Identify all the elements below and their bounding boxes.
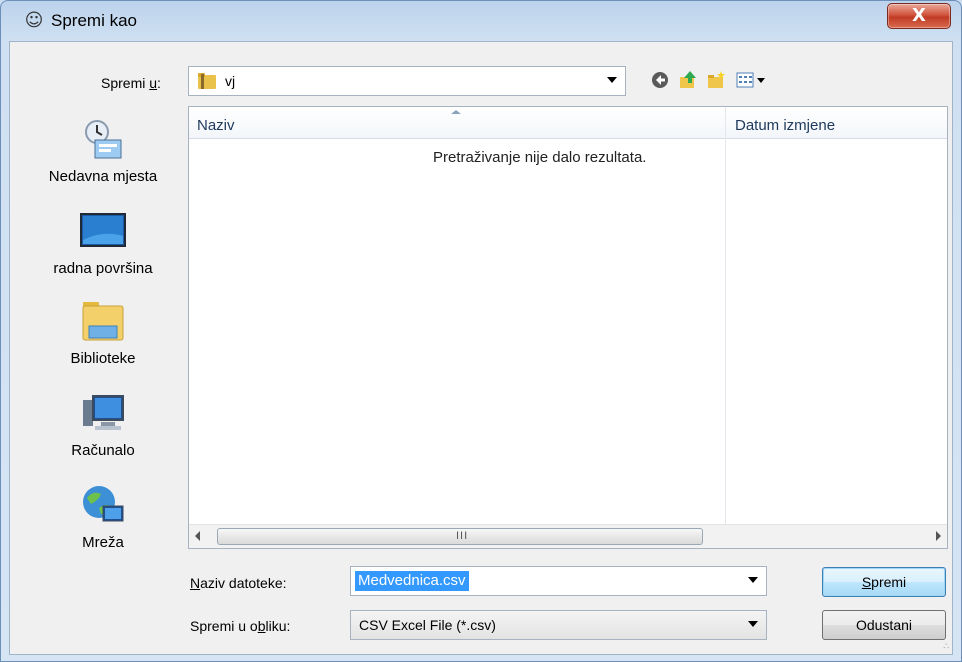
column-header-date[interactable]: Datum izmjene bbox=[735, 117, 835, 134]
save-in-dropdown[interactable]: vj bbox=[188, 66, 626, 96]
chevron-down-icon bbox=[607, 77, 617, 83]
computer-icon bbox=[83, 395, 124, 430]
place-desktop[interactable]: radna površina bbox=[18, 210, 188, 277]
save-button[interactable]: Spremi bbox=[822, 567, 946, 597]
sort-arrow-icon bbox=[451, 110, 461, 114]
dialog-title: Spremi kao bbox=[51, 11, 137, 30]
chevron-down-icon[interactable] bbox=[748, 577, 758, 583]
recent-places-icon bbox=[85, 120, 122, 159]
network-icon bbox=[83, 486, 124, 522]
save-in-label: Spremi u: bbox=[101, 75, 161, 91]
resize-grip-icon[interactable]: ∴ bbox=[943, 642, 949, 652]
cancel-button[interactable]: Odustani bbox=[822, 610, 946, 640]
scroll-right-icon[interactable] bbox=[936, 531, 941, 541]
filetype-dropdown[interactable]: CSV Excel File (*.csv) bbox=[350, 610, 767, 640]
save-as-dialog: ☺ Spremi kao X Spremi u: vj Nedavna mjes… bbox=[0, 0, 962, 662]
horizontal-scrollbar[interactable]: III bbox=[189, 524, 947, 548]
title-bar[interactable]: ☺ Spremi kao X bbox=[1, 1, 961, 41]
close-button[interactable]: X bbox=[887, 3, 951, 29]
scroll-thumb[interactable]: III bbox=[217, 528, 703, 545]
filename-input[interactable]: Medvednica.csv bbox=[350, 566, 767, 596]
place-network[interactable]: Mreža bbox=[18, 484, 188, 551]
column-header-name[interactable]: Naziv bbox=[197, 117, 235, 134]
place-recent[interactable]: Nedavna mjesta bbox=[18, 118, 188, 185]
scroll-grip: III bbox=[456, 530, 469, 542]
filetype-value: CSV Excel File (*.csv) bbox=[359, 617, 496, 633]
column-divider[interactable] bbox=[725, 107, 726, 548]
filename-label: Naziv datoteke: bbox=[190, 575, 287, 591]
new-folder-icon[interactable] bbox=[706, 70, 726, 90]
column-header-row: Naziv Datum izmjene bbox=[189, 107, 947, 139]
scroll-left-icon[interactable] bbox=[195, 531, 200, 541]
place-computer[interactable]: Računalo bbox=[18, 392, 188, 459]
place-libraries[interactable]: Biblioteke bbox=[18, 300, 188, 367]
back-icon[interactable] bbox=[650, 70, 670, 90]
up-folder-icon[interactable] bbox=[678, 70, 698, 90]
app-icon: ☺ bbox=[24, 10, 44, 31]
file-list[interactable]: Naziv Datum izmjene Pretraživanje nije d… bbox=[188, 106, 948, 549]
dialog-body: Spremi u: vj Nedavna mjesta radna površi… bbox=[9, 41, 953, 655]
desktop-icon bbox=[80, 213, 126, 247]
view-menu-icon[interactable] bbox=[736, 70, 768, 90]
empty-results-message: Pretraživanje nije dalo rezultata. bbox=[433, 149, 647, 166]
libraries-icon bbox=[82, 302, 124, 341]
filetype-label: Spremi u obliku: bbox=[190, 618, 291, 634]
current-folder: vj bbox=[225, 73, 236, 89]
filename-value[interactable]: Medvednica.csv bbox=[355, 571, 469, 591]
chevron-down-icon bbox=[748, 621, 758, 627]
places-bar: Nedavna mjesta radna površina Biblioteke bbox=[18, 104, 188, 551]
folder-icon bbox=[198, 73, 216, 89]
